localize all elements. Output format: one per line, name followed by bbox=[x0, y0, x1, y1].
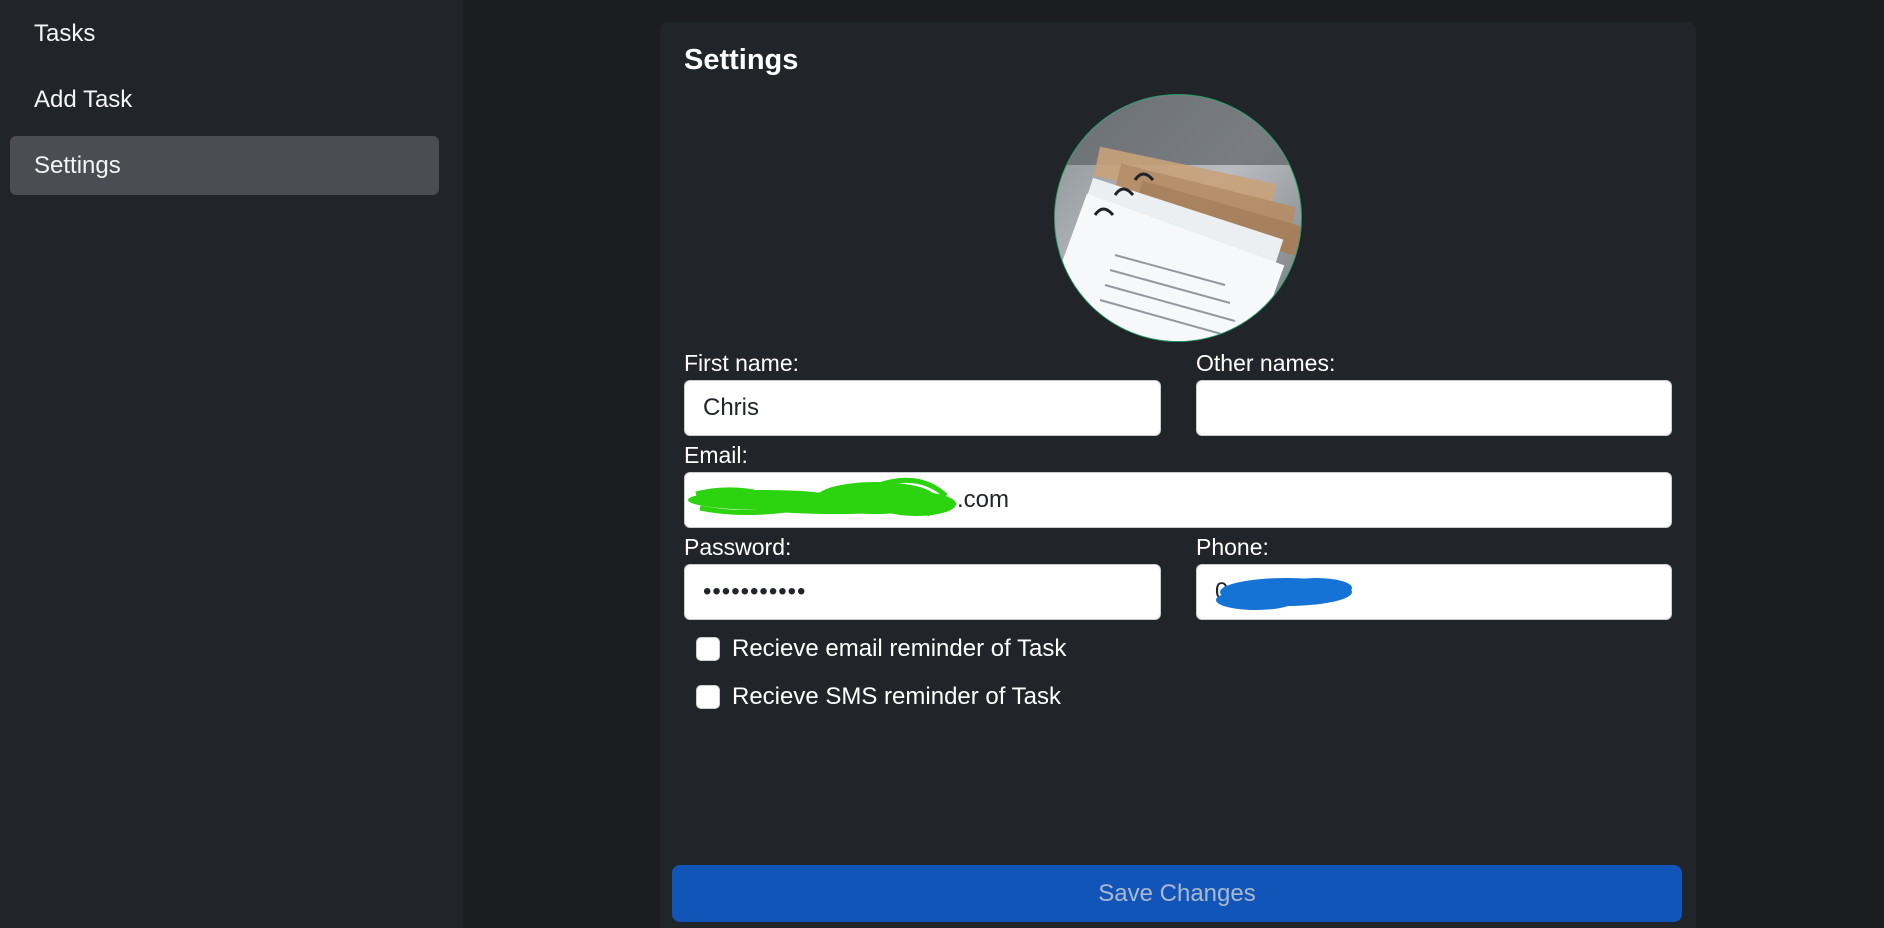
other-names-input[interactable] bbox=[1196, 380, 1672, 436]
main-content: Settings First name: Chris Other names: … bbox=[463, 0, 1884, 928]
phone-input[interactable] bbox=[1196, 564, 1672, 620]
email-input[interactable] bbox=[684, 472, 1672, 528]
sidebar: Tasks Add Task Settings bbox=[0, 0, 463, 928]
app-root: Tasks Add Task Settings Settings First n… bbox=[0, 0, 1884, 928]
settings-card: Settings First name: Chris Other names: … bbox=[660, 22, 1696, 928]
page-title: Settings bbox=[684, 44, 799, 76]
email-reminder-row: Recieve email reminder of Task bbox=[696, 634, 1066, 664]
save-changes-button[interactable]: Save Changes bbox=[672, 865, 1682, 922]
email-reminder-label[interactable]: Recieve email reminder of Task bbox=[732, 635, 1066, 663]
email-reminder-checkbox[interactable] bbox=[696, 637, 720, 661]
first-name-input[interactable] bbox=[684, 380, 1161, 436]
sms-reminder-label[interactable]: Recieve SMS reminder of Task bbox=[732, 683, 1061, 711]
sidebar-item-tasks[interactable]: Tasks bbox=[10, 4, 439, 63]
sms-reminder-row: Recieve SMS reminder of Task bbox=[696, 682, 1061, 712]
sidebar-item-settings[interactable]: Settings bbox=[10, 136, 439, 195]
other-names-label: Other names: bbox=[1196, 350, 1336, 376]
avatar[interactable] bbox=[1054, 94, 1302, 342]
email-label: Email: bbox=[684, 442, 748, 468]
password-input[interactable] bbox=[684, 564, 1161, 620]
sms-reminder-checkbox[interactable] bbox=[696, 685, 720, 709]
password-label: Password: bbox=[684, 534, 792, 560]
first-name-label: First name: bbox=[684, 350, 800, 376]
sidebar-item-add-task[interactable]: Add Task bbox=[10, 70, 439, 129]
profile-photo-icon bbox=[1055, 95, 1301, 341]
phone-label: Phone: bbox=[1196, 534, 1269, 560]
